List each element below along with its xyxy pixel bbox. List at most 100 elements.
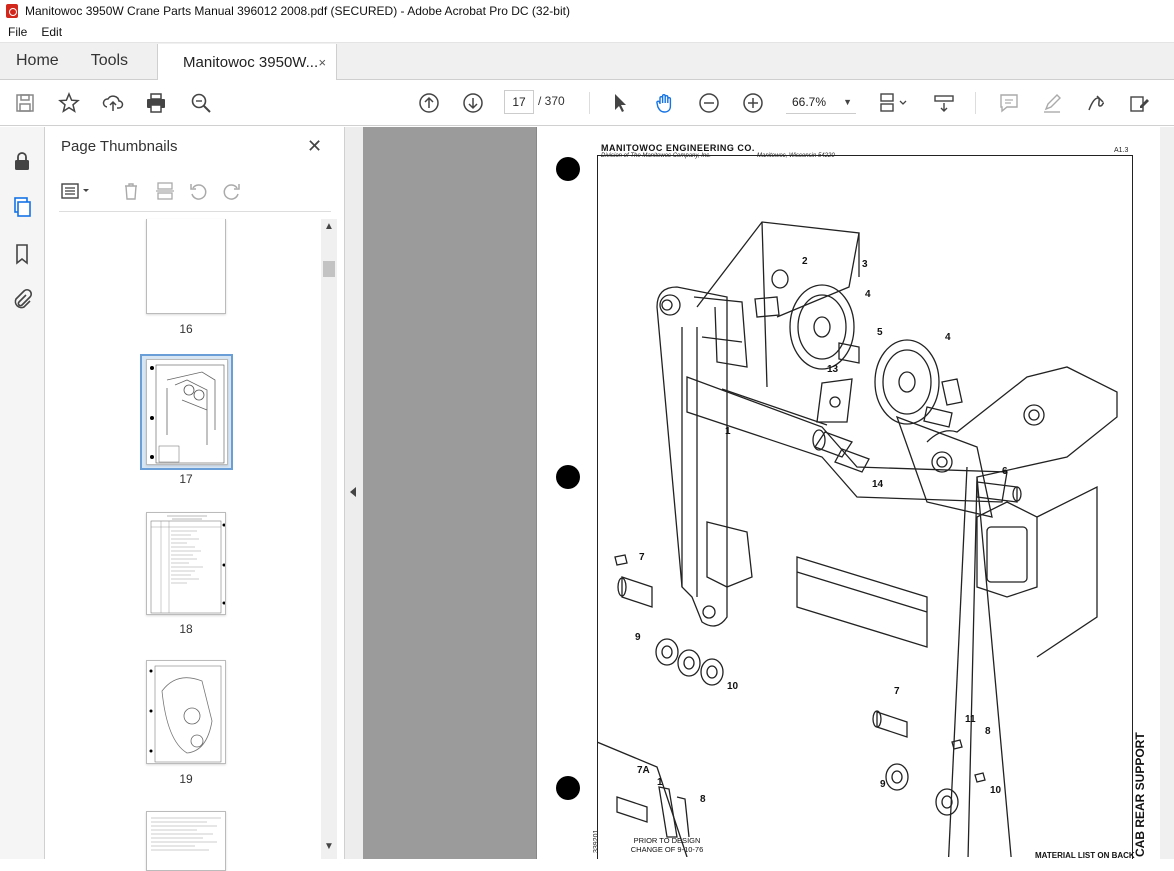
page-total: / 370 [538, 94, 565, 108]
thumbnail-page-number: 17 [179, 472, 193, 486]
tab-home[interactable]: Home [0, 43, 75, 79]
thumbnail-page-number: 19 [179, 772, 193, 786]
collapse-arrow-icon [350, 487, 356, 497]
document-scrollbar[interactable] [1160, 127, 1174, 859]
document-viewer[interactable]: MANITOWOC ENGINEERING CO. Division of Th… [363, 127, 1160, 859]
tab-close-icon[interactable]: × [318, 55, 326, 70]
thumbnail-page-number: 18 [179, 622, 193, 636]
callout-label: 13 [827, 364, 839, 375]
zoom-level-value: 66.7% [792, 94, 827, 109]
menu-bar: File Edit [0, 22, 1174, 43]
page-down-icon[interactable] [461, 91, 485, 115]
delete-page-icon[interactable] [119, 179, 143, 203]
print-icon[interactable] [144, 91, 168, 115]
star-icon[interactable] [57, 91, 81, 115]
scroll-up-icon[interactable]: ▲ [324, 221, 334, 232]
parts-drawing: 2 3 4 5 4 13 1 14 6 7 9 10 7 11 8 9 10 7… [597, 221, 1118, 857]
zoom-in-icon[interactable] [741, 91, 765, 115]
toolbar-divider [975, 92, 976, 114]
comment-icon[interactable] [997, 91, 1021, 115]
title-bar: Manitowoc 3950W Crane Parts Manual 39601… [0, 0, 1174, 22]
main-toolbar: 17 / 370 66.7% ▼ [0, 80, 1174, 126]
callout-label: 7 [639, 552, 645, 563]
page-up-icon[interactable] [417, 91, 441, 115]
callout-label: 10 [727, 681, 739, 692]
upload-icon[interactable] [101, 91, 125, 115]
edit-tools-icon[interactable] [1127, 91, 1151, 115]
menu-file[interactable]: File [8, 25, 27, 39]
tab-document[interactable]: Manitowoc 3950W... × [157, 44, 338, 80]
panel-toolbar [59, 179, 329, 203]
pdf-page: MANITOWOC ENGINEERING CO. Division of Th… [536, 127, 1160, 859]
callout-label: 8 [700, 794, 706, 805]
menu-edit[interactable]: Edit [41, 25, 62, 39]
rotate-left-icon[interactable] [186, 179, 210, 203]
callout-label: 10 [990, 785, 1002, 796]
punch-hole [556, 465, 580, 489]
material-list-note: MATERIAL LIST ON BACK [1035, 851, 1135, 859]
scroll-down-icon[interactable]: ▼ [324, 841, 334, 852]
window-title: Manitowoc 3950W Crane Parts Manual 39601… [25, 4, 570, 18]
company-name: MANITOWOC ENGINEERING CO. [601, 143, 755, 153]
callout-label: 7 [894, 686, 900, 697]
page-number-input[interactable]: 17 [504, 90, 534, 114]
callout-label: 9 [880, 779, 886, 790]
scroll-thumb[interactable] [323, 261, 335, 277]
drawing-number: 339201 [593, 829, 600, 853]
callout-label: 1 [657, 777, 663, 788]
tab-tools[interactable]: Tools [75, 43, 144, 79]
callout-label: 6 [1002, 466, 1008, 477]
page-thumbnail-19[interactable] [146, 660, 226, 764]
punch-hole [556, 776, 580, 800]
panel-title: Page Thumbnails [61, 138, 178, 155]
callout-label: 11 [965, 714, 976, 725]
zoom-level-select[interactable]: 66.7% ▼ [786, 90, 856, 114]
panel-close-icon[interactable]: ✕ [307, 136, 322, 157]
zoom-search-icon[interactable] [189, 91, 213, 115]
left-rail [0, 127, 45, 859]
tab-bar: Home Tools Manitowoc 3950W... × [0, 43, 1174, 80]
panel-collapse-handle[interactable] [345, 127, 363, 859]
inset-note: PRIOR TO DESIGN CHANGE OF 9-10-76 [630, 836, 704, 854]
drawing-title: CAB REAR SUPPORT [1133, 732, 1147, 857]
chevron-down-icon: ▼ [843, 96, 852, 107]
document-tab-label: Manitowoc 3950W... [183, 53, 319, 71]
page-thumbnail-16[interactable] [146, 219, 226, 314]
callout-label: 2 [802, 256, 808, 267]
callout-label: 3 [862, 259, 868, 270]
sheet-number: A1.3 [1114, 147, 1129, 154]
page-thumbnail-18[interactable] [146, 512, 226, 615]
select-arrow-icon[interactable] [608, 91, 632, 115]
rotate-right-icon[interactable] [220, 179, 244, 203]
page-thumbnails-icon[interactable] [9, 194, 35, 220]
callout-label: 8 [985, 726, 991, 737]
callout-label: 4 [945, 332, 951, 343]
hand-icon[interactable] [653, 91, 677, 115]
thumbnail-scrollbar[interactable]: ▲ ▼ [321, 219, 337, 859]
options-menu-icon[interactable] [59, 179, 95, 203]
bookmark-icon[interactable] [9, 241, 35, 267]
punch-hole [556, 157, 580, 181]
attachment-icon[interactable] [9, 286, 35, 312]
extract-page-icon[interactable] [153, 179, 177, 203]
acrobat-app-icon [6, 4, 18, 18]
page-thumbnail-17[interactable] [146, 359, 228, 465]
page-layout-icon[interactable] [876, 91, 910, 115]
callout-label: 1 [725, 426, 731, 437]
callout-label: 14 [872, 479, 884, 490]
page-thumbnail-20[interactable] [146, 811, 226, 871]
thumbnails-panel: Page Thumbnails ✕ 16 17 18 19 ▲ ▼ [45, 127, 345, 871]
callout-label: 7A [637, 765, 650, 776]
zoom-out-icon[interactable] [697, 91, 721, 115]
highlight-icon[interactable] [1040, 91, 1064, 115]
sign-icon[interactable] [1084, 91, 1108, 115]
thumbnail-page-number: 16 [179, 322, 193, 336]
callout-label: 5 [877, 327, 883, 338]
callout-label: 9 [635, 632, 641, 643]
save-icon[interactable] [13, 91, 37, 115]
callout-label: 4 [865, 289, 871, 300]
toolbar-divider [589, 92, 590, 114]
lock-icon[interactable] [9, 148, 35, 174]
scroll-mode-icon[interactable] [932, 91, 956, 115]
panel-divider [59, 211, 331, 212]
